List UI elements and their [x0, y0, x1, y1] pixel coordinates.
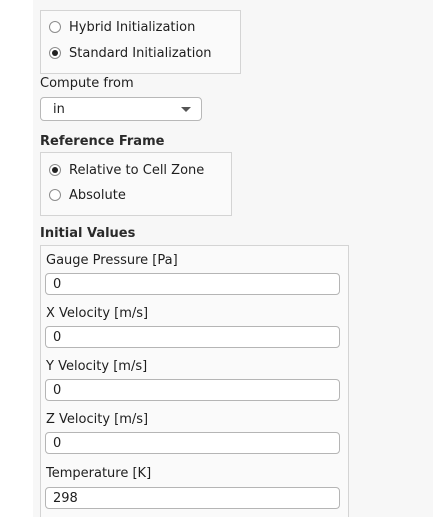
gauge-pressure-label: Gauge Pressure [Pa] — [46, 253, 178, 268]
radio-absolute-label: Absolute — [69, 187, 126, 203]
radio-relative-to-cell-zone-label: Relative to Cell Zone — [69, 162, 205, 178]
reference-frame-title: Reference Frame — [40, 134, 165, 149]
radio-hybrid-initialization[interactable]: Hybrid Initialization — [49, 18, 195, 36]
gauge-pressure-field[interactable]: 0 — [45, 273, 340, 295]
radio-standard-initialization[interactable]: Standard Initialization — [49, 44, 212, 62]
x-velocity-label: X Velocity [m/s] — [46, 306, 149, 321]
x-velocity-field[interactable]: 0 — [45, 326, 340, 348]
temperature-label: Temperature [K] — [46, 466, 152, 481]
temperature-value: 298 — [53, 491, 78, 506]
z-velocity-field[interactable]: 0 — [45, 432, 340, 454]
radio-relative-to-cell-zone[interactable]: Relative to Cell Zone — [49, 161, 204, 179]
radio-standard-initialization-label: Standard Initialization — [69, 45, 212, 61]
initial-values-title: Initial Values — [40, 226, 136, 241]
z-velocity-label: Z Velocity [m/s] — [46, 412, 149, 427]
y-velocity-label: Y Velocity [m/s] — [46, 359, 148, 374]
compute-from-selected-value: in — [53, 102, 65, 117]
y-velocity-field[interactable]: 0 — [45, 379, 340, 401]
initialization-method-group: Hybrid Initialization Standard Initializ… — [40, 10, 241, 74]
gauge-pressure-value: 0 — [53, 277, 62, 292]
compute-from-label: Compute from — [40, 76, 134, 91]
temperature-field[interactable]: 298 — [45, 487, 340, 509]
reference-frame-group: Relative to Cell Zone Absolute — [40, 152, 232, 216]
radio-absolute-indicator[interactable] — [49, 189, 61, 201]
radio-absolute[interactable]: Absolute — [49, 186, 126, 204]
compute-from-dropdown[interactable]: in — [40, 97, 202, 121]
chevron-down-icon[interactable] — [181, 107, 191, 112]
z-velocity-value: 0 — [53, 436, 62, 451]
x-velocity-value: 0 — [53, 330, 62, 345]
radio-standard-initialization-indicator[interactable] — [49, 47, 61, 59]
radio-hybrid-initialization-label: Hybrid Initialization — [69, 19, 196, 35]
y-velocity-value: 0 — [53, 383, 62, 398]
radio-relative-to-cell-zone-indicator[interactable] — [49, 164, 61, 176]
radio-hybrid-initialization-indicator[interactable] — [49, 21, 61, 33]
